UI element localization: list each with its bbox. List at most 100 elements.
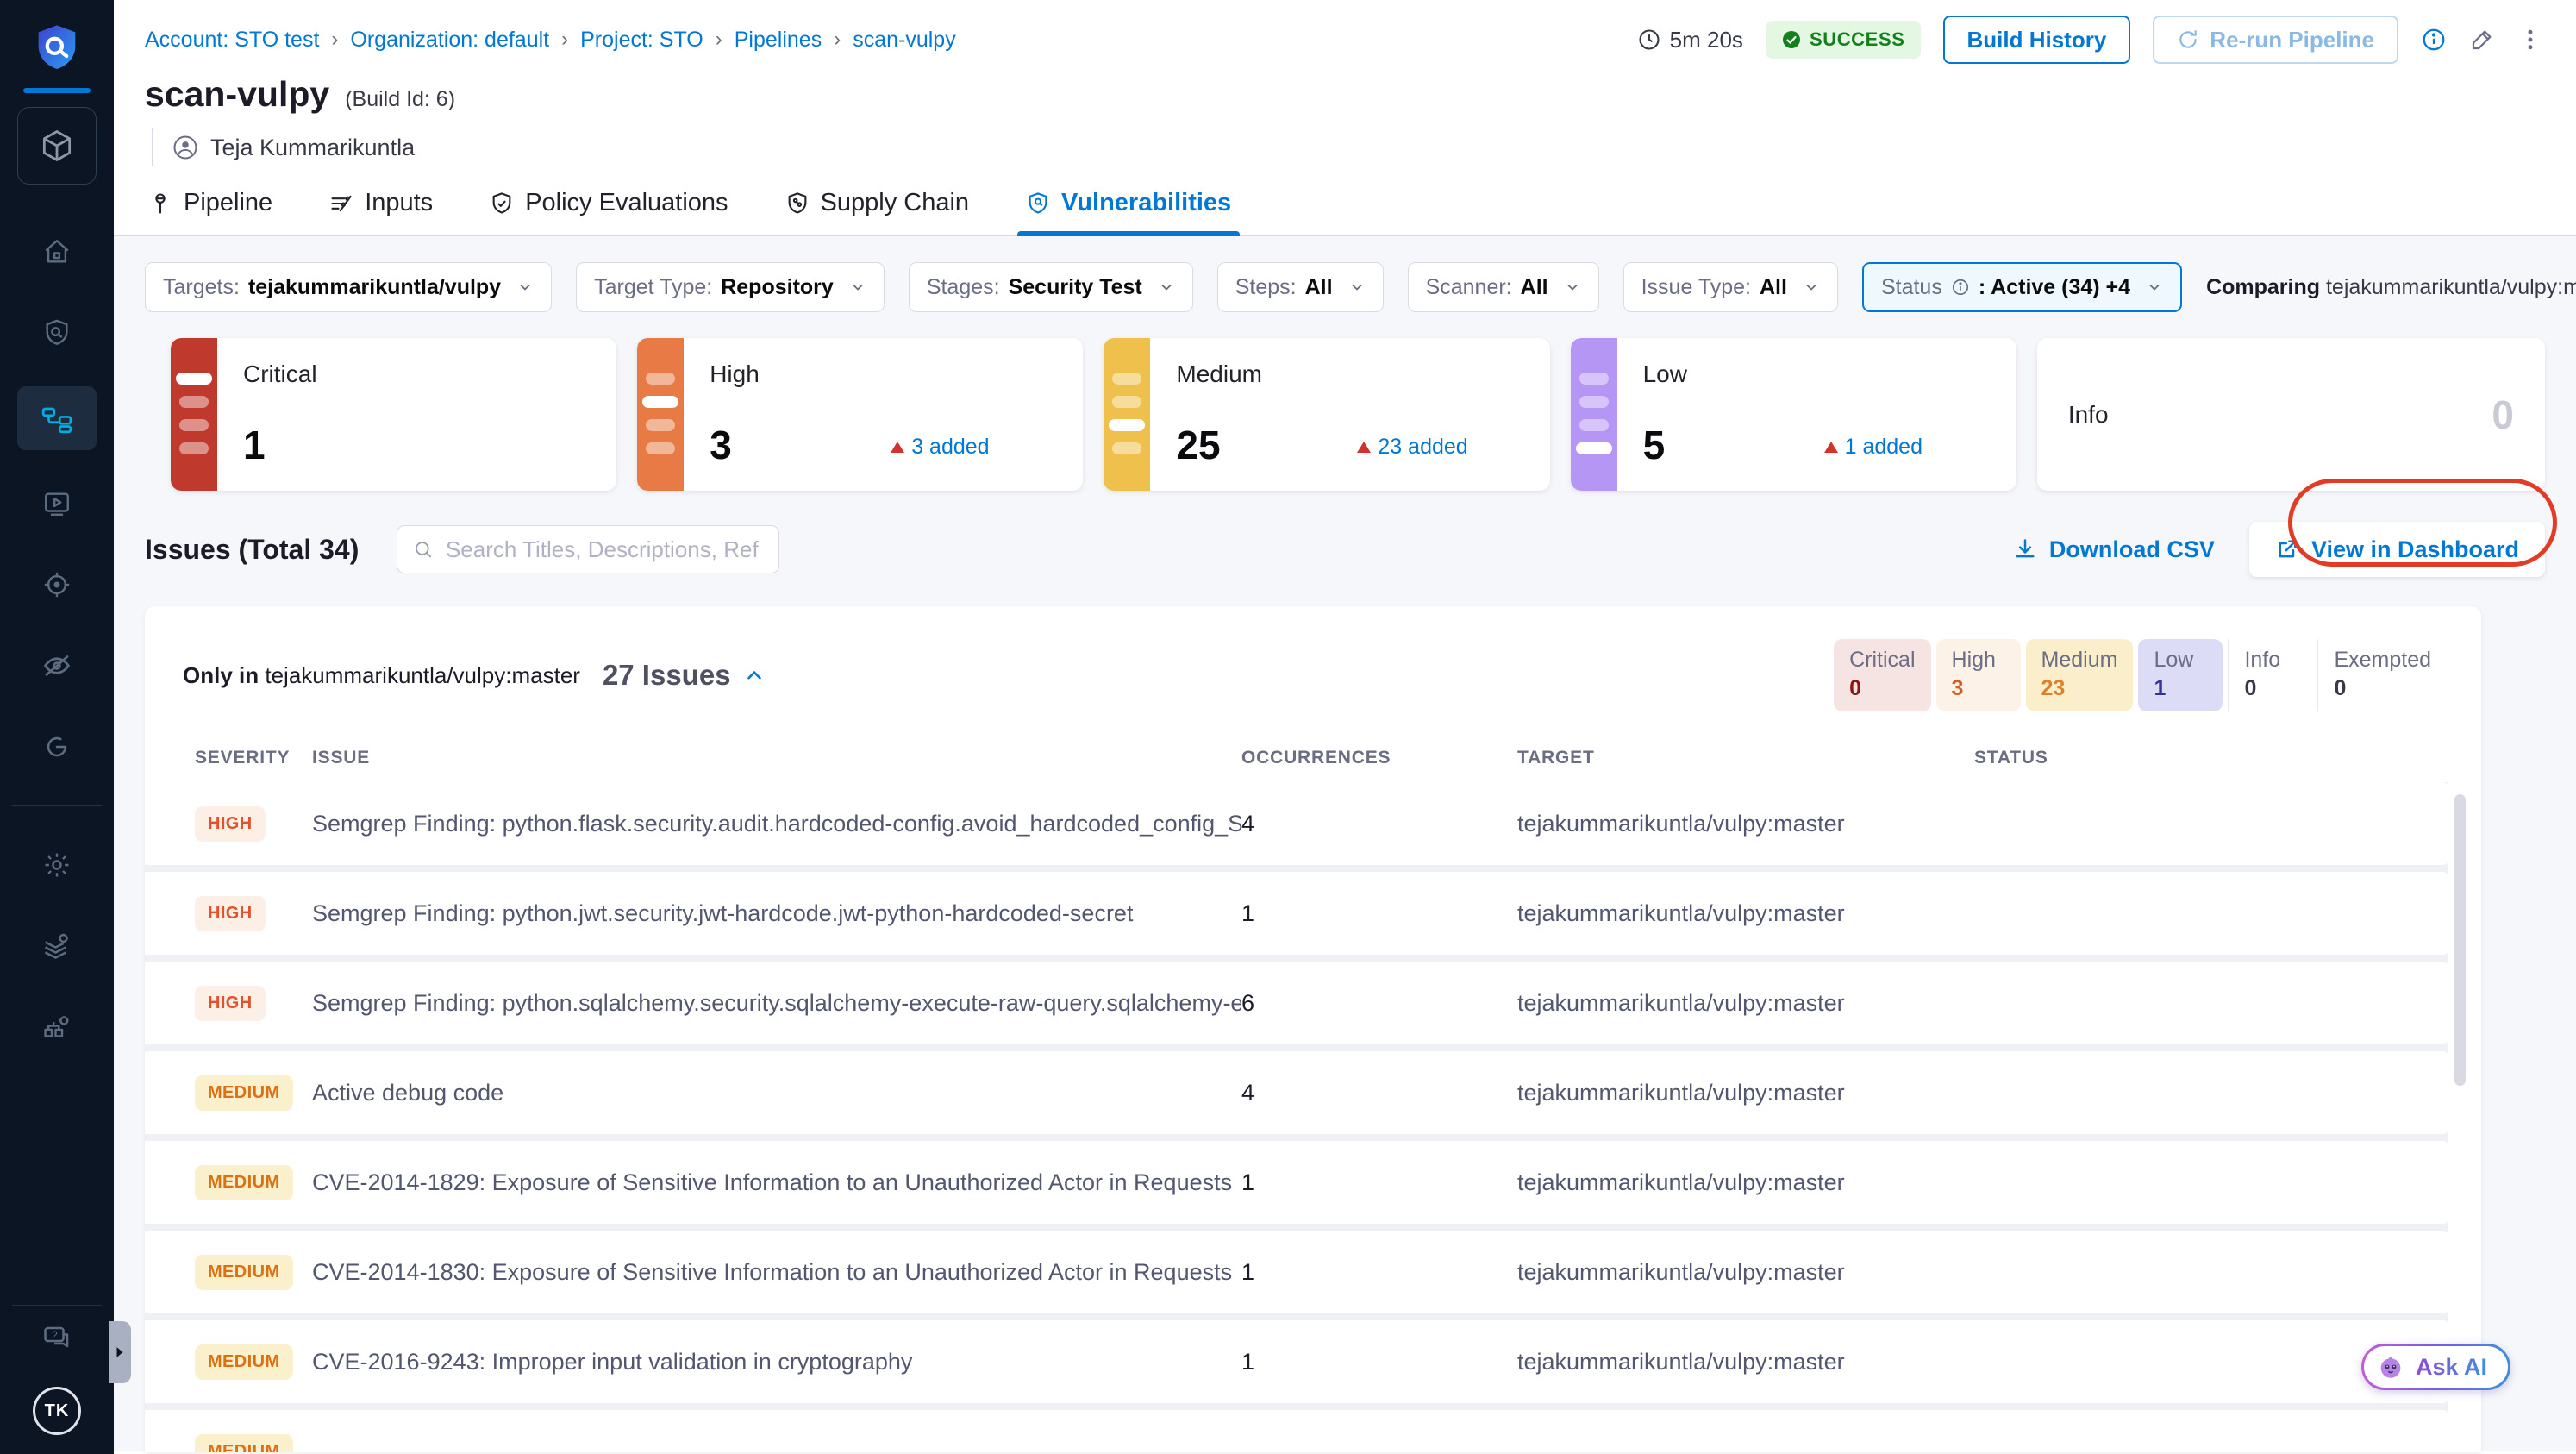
pill-critical[interactable]: Critical 0 (1834, 639, 1931, 711)
issue-row[interactable]: HIGH Semgrep Finding: python.sqlalchemy.… (145, 962, 2448, 1044)
pill-info[interactable]: Info 0 (2228, 639, 2312, 711)
severity-badge: MEDIUM (195, 1164, 293, 1200)
triangle-up-icon (1823, 442, 1838, 453)
view-in-dashboard-label: View in Dashboard (2310, 536, 2519, 562)
issue-target: tejakummarikuntla/vulpy:master (1517, 989, 1845, 1016)
nav-exemptions[interactable] (17, 638, 97, 693)
nav-executions[interactable] (17, 476, 97, 531)
shield-scan-icon (46, 319, 68, 345)
nav-baselines[interactable] (17, 557, 97, 612)
more-options-icon[interactable] (2517, 27, 2543, 53)
issue-row[interactable]: HIGH Semgrep Finding: python.jwt.securit… (145, 872, 2448, 955)
breadcrumb-project[interactable]: Project: STO (580, 28, 703, 53)
pill-high[interactable]: High 3 (1935, 639, 2021, 711)
group-issue-count[interactable]: 27 Issues (603, 659, 766, 692)
col-issue-header: ISSUE (312, 748, 371, 768)
shield-supply-chain-icon (788, 191, 806, 214)
issue-row[interactable]: MEDIUM CVE-2016-9243: Improper input val… (145, 1320, 2448, 1403)
executions-icon (45, 492, 69, 516)
sidebar-divider-bottom (12, 1305, 102, 1306)
breadcrumb-org[interactable]: Organization: default (350, 28, 549, 53)
filter-status[interactable]: Status : Active (34) +4 (1861, 262, 2183, 312)
info-label: Info (2067, 400, 2109, 428)
info-circle-icon (1952, 279, 1968, 296)
tab-inputs[interactable]: Inputs (326, 180, 436, 235)
external-link-icon (2279, 540, 2297, 558)
tab-vulnerabilities[interactable]: Vulnerabilities (1017, 180, 1241, 236)
issue-row[interactable]: MEDIUM (145, 1410, 2448, 1452)
filter-stages[interactable]: Stages: Security Test (908, 262, 1193, 312)
medium-strip (1104, 338, 1151, 491)
edit-pipeline-icon[interactable] (2469, 27, 2495, 53)
user-icon (173, 135, 197, 160)
breadcrumb-account[interactable]: Account: STO test (145, 28, 319, 53)
module-selector-button[interactable] (17, 107, 97, 185)
nav-org-settings[interactable] (17, 1000, 97, 1055)
home-icon (45, 240, 69, 263)
breadcrumb-pipelines[interactable]: Pipelines (735, 28, 822, 53)
nav-default-settings[interactable] (17, 918, 97, 974)
issue-row[interactable]: HIGH Semgrep Finding: python.flask.secur… (145, 782, 2448, 865)
pencil-icon (2472, 30, 2492, 50)
status-badge: SUCCESS (1765, 21, 1921, 59)
pill-critical-label: Critical (1849, 648, 1916, 672)
filter-issue-type[interactable]: Issue Type: All (1623, 262, 1838, 312)
issue-row[interactable]: MEDIUM Active debug code 4 tejakummariku… (145, 1051, 2448, 1134)
tab-policy-evaluations[interactable]: Policy Evaluations (486, 180, 731, 235)
nav-settings[interactable] (17, 837, 97, 893)
issues-search[interactable] (397, 525, 780, 573)
nav-test-targets[interactable] (17, 305, 97, 360)
critical-card[interactable]: Critical 1 (171, 338, 617, 491)
nav-help[interactable]: ? (17, 1311, 97, 1366)
sidebar-bottom: ? TK (0, 1300, 114, 1454)
info-icon[interactable] (2421, 27, 2447, 53)
filter-targets[interactable]: Targets: tejakummarikuntla/vulpy (145, 262, 553, 312)
breadcrumb-separator: › (331, 28, 339, 51)
nav-remediations[interactable] (17, 719, 97, 774)
pill-low[interactable]: Low 1 (2138, 639, 2223, 711)
pill-exempted[interactable]: Exempted 0 (2317, 639, 2447, 711)
rerun-pipeline-button[interactable]: Re-run Pipeline (2153, 16, 2398, 64)
low-card[interactable]: Low 5 1 added (1570, 338, 2016, 491)
author-name: Teja Kummarikuntla (210, 134, 416, 160)
issue-title: Active debug code (312, 1079, 504, 1106)
duration-text: 5m 20s (1669, 26, 1743, 53)
status-text: SUCCESS (1809, 28, 1905, 50)
nav-home[interactable] (17, 224, 97, 279)
view-in-dashboard-button[interactable]: View in Dashboard (2248, 522, 2545, 577)
high-card[interactable]: High 3 3 added (637, 338, 1084, 491)
issue-row[interactable]: MEDIUM CVE-2014-1829: Exposure of Sensit… (145, 1141, 2448, 1224)
breadcrumb-separator: › (561, 28, 569, 51)
filter-steps[interactable]: Steps: All (1216, 262, 1384, 312)
pill-medium[interactable]: Medium 23 (2025, 639, 2134, 711)
issue-row[interactable]: MEDIUM CVE-2014-1830: Exposure of Sensit… (145, 1231, 2448, 1313)
info-card[interactable]: Info 0 (2036, 338, 2546, 491)
build-history-label: Build History (1966, 26, 2107, 53)
nav-pipelines[interactable] (17, 386, 97, 450)
tab-supply-chain[interactable]: Supply Chain (782, 180, 973, 235)
download-csv-button[interactable]: Download CSV (2013, 536, 2215, 563)
sto-logo-icon[interactable] (29, 21, 84, 76)
pill-info-value: 0 (2244, 676, 2257, 700)
build-history-button[interactable]: Build History (1942, 16, 2131, 64)
filter-target-type[interactable]: Target Type: Repository (576, 262, 885, 312)
breadcrumb-separator: › (834, 28, 841, 51)
chevron-down-icon (520, 284, 530, 291)
pill-high-label: High (1951, 648, 1996, 672)
rerun-pipeline-label: Re-run Pipeline (2210, 26, 2374, 53)
user-avatar[interactable]: TK (33, 1387, 81, 1435)
medium-card[interactable]: Medium 25 23 added (1104, 338, 1550, 491)
breadcrumb-current[interactable]: scan-vulpy (853, 28, 956, 53)
left-nav: ? TK (0, 0, 114, 1454)
tab-pipeline[interactable]: Pipeline (145, 180, 276, 235)
filter-status-label: Status (1880, 274, 1942, 299)
sidebar-expand-handle[interactable] (109, 1321, 131, 1383)
issues-search-input[interactable] (445, 536, 764, 563)
pill-critical-value: 0 (1849, 676, 1862, 700)
table-scrollbar[interactable] (2454, 794, 2466, 1086)
filter-scanner[interactable]: Scanner: All (1407, 262, 1599, 312)
breadcrumb: Account: STO test › Organization: defaul… (145, 28, 956, 53)
critical-label: Critical (243, 360, 317, 387)
ask-ai-button[interactable]: Ask AI (2360, 1344, 2510, 1390)
tab-inputs-label: Inputs (365, 189, 434, 216)
